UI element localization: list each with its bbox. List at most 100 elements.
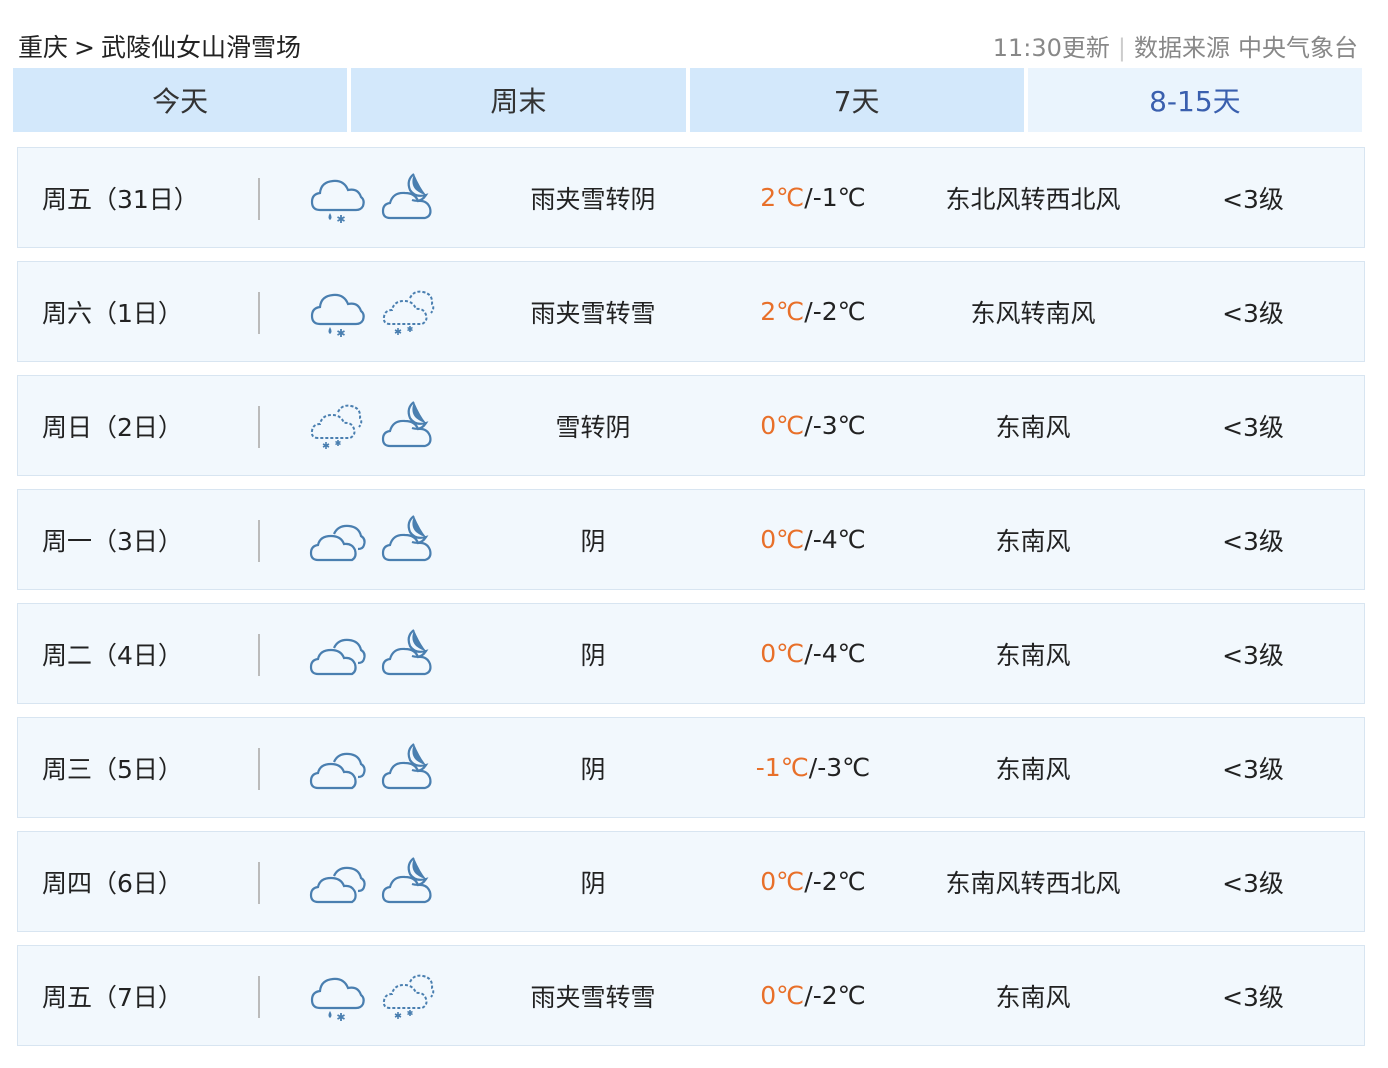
- forecast-row: 周一（3日） 阴 0℃/-4℃ 东南风 <3级: [17, 489, 1365, 590]
- day-label: 周六（1日）: [42, 298, 183, 328]
- wind-direction: 东南风: [995, 640, 1071, 670]
- wind-direction: 东风转南风: [970, 298, 1096, 328]
- row-divider: [258, 178, 260, 220]
- sleet-icon: [308, 968, 368, 1024]
- forecast-row: 周五（7日） 雨夹雪转雪 0℃/-2℃ 东南风 <3级: [17, 945, 1365, 1046]
- cloudy-night-icon: [380, 512, 440, 568]
- day-label: 周日（2日）: [42, 412, 183, 442]
- wind-direction: 东南风: [995, 754, 1071, 784]
- row-divider: [258, 406, 260, 448]
- sleet-icon: [308, 284, 368, 340]
- update-meta: 11:30更新 | 数据来源 中央气象台: [993, 28, 1358, 63]
- low-temp: /-4℃: [804, 639, 866, 668]
- forecast-row: 周五（31日） 雨夹雪转阴 2℃/-1℃ 东北风转西北风 <3级: [17, 147, 1365, 248]
- overcast-icon: [308, 512, 368, 568]
- tab-today[interactable]: 今天: [13, 68, 348, 132]
- weather-description: 雨夹雪转雪: [530, 298, 656, 328]
- row-divider: [258, 520, 260, 562]
- wind-direction: 东南风: [995, 982, 1071, 1012]
- update-time: 11:30更新: [992, 34, 1110, 62]
- cloudy-night-icon: [380, 854, 440, 910]
- forecast-row: 周六（1日） 雨夹雪转雪 2℃/-2℃ 东风转南风 <3级: [17, 261, 1365, 362]
- temperature: 2℃/-2℃: [708, 262, 918, 361]
- weather-description: 阴: [580, 868, 606, 898]
- snow-icon: [308, 398, 368, 454]
- row-divider: [258, 634, 260, 676]
- high-temp: 2℃: [760, 297, 805, 326]
- low-temp: /-2℃: [804, 297, 866, 326]
- wind-level: <3级: [1222, 868, 1284, 898]
- wind-level: <3级: [1222, 982, 1284, 1012]
- wind-direction: 东南风: [995, 526, 1071, 556]
- high-temp: 0℃: [760, 639, 805, 668]
- source-name: 中央气象台: [1238, 34, 1358, 62]
- row-divider: [258, 748, 260, 790]
- wind-direction: 东南风转西北风: [945, 868, 1121, 898]
- low-temp: /-1℃: [804, 183, 866, 212]
- tab-8-15-days[interactable]: 8-15天: [1027, 68, 1362, 132]
- forecast-row: 周日（2日） 雪转阴 0℃/-3℃ 东南风 <3级: [17, 375, 1365, 476]
- forecast-row: 周二（4日） 阴 0℃/-4℃ 东南风 <3级: [17, 603, 1365, 704]
- overcast-icon: [308, 626, 368, 682]
- cloudy-night-icon: [380, 398, 440, 454]
- high-temp: 0℃: [760, 981, 805, 1010]
- weather-description: 雨夹雪转阴: [530, 184, 656, 214]
- high-temp: 2℃: [760, 183, 805, 212]
- temperature: -1℃/-3℃: [708, 718, 918, 817]
- day-label: 周四（6日）: [42, 868, 183, 898]
- overcast-icon: [308, 854, 368, 910]
- breadcrumb-place: 武陵仙女山滑雪场: [100, 33, 301, 62]
- cloudy-night-icon: [380, 170, 440, 226]
- temperature: 0℃/-4℃: [708, 490, 918, 589]
- high-temp: 0℃: [760, 411, 805, 440]
- tab-weekend[interactable]: 周末: [351, 68, 686, 132]
- snow-icon: [380, 284, 440, 340]
- breadcrumb: 重庆 > 武陵仙女山滑雪场: [18, 28, 301, 64]
- day-label: 周一（3日）: [42, 526, 183, 556]
- weather-description: 阴: [580, 526, 606, 556]
- temperature: 0℃/-2℃: [708, 946, 918, 1045]
- high-temp: 0℃: [760, 525, 805, 554]
- wind-level: <3级: [1222, 640, 1284, 670]
- day-label: 周二（4日）: [42, 640, 183, 670]
- wind-level: <3级: [1222, 526, 1284, 556]
- weather-description: 阴: [580, 640, 606, 670]
- weather-description: 雪转阴: [555, 412, 631, 442]
- snow-icon: [380, 968, 440, 1024]
- high-temp: -1℃: [755, 753, 809, 782]
- wind-level: <3级: [1222, 184, 1284, 214]
- low-temp: /-3℃: [804, 411, 866, 440]
- wind-direction: 东南风: [995, 412, 1071, 442]
- meta-divider: |: [1117, 34, 1126, 62]
- row-divider: [258, 292, 260, 334]
- low-temp: /-2℃: [804, 867, 866, 896]
- tab-7-days[interactable]: 7天: [689, 68, 1024, 132]
- day-label: 周五（7日）: [42, 982, 183, 1012]
- cloudy-night-icon: [380, 626, 440, 682]
- forecast-list: 周五（31日） 雨夹雪转阴 2℃/-1℃ 东北风转西北风 <3级 周六（1日） …: [17, 147, 1365, 1059]
- temperature: 0℃/-2℃: [708, 832, 918, 931]
- wind-level: <3级: [1222, 298, 1284, 328]
- wind-level: <3级: [1222, 754, 1284, 784]
- forecast-row: 周三（5日） 阴 -1℃/-3℃ 东南风 <3级: [17, 717, 1365, 818]
- day-label: 周五（31日）: [42, 184, 199, 214]
- sleet-icon: [308, 170, 368, 226]
- page-header: 重庆 > 武陵仙女山滑雪场 11:30更新 | 数据来源 中央气象台: [18, 22, 1358, 64]
- low-temp: /-4℃: [804, 525, 866, 554]
- overcast-icon: [308, 740, 368, 796]
- weather-description: 雨夹雪转雪: [530, 982, 656, 1012]
- wind-level: <3级: [1222, 412, 1284, 442]
- weather-description: 阴: [580, 754, 606, 784]
- temperature: 2℃/-1℃: [708, 148, 918, 247]
- temperature: 0℃/-4℃: [708, 604, 918, 703]
- high-temp: 0℃: [760, 867, 805, 896]
- day-label: 周三（5日）: [42, 754, 183, 784]
- forecast-tabs: 今天 周末 7天 8-15天: [13, 68, 1362, 132]
- wind-direction: 东北风转西北风: [945, 184, 1121, 214]
- breadcrumb-separator: >: [74, 33, 95, 62]
- low-temp: /-3℃: [808, 753, 871, 782]
- row-divider: [258, 862, 260, 904]
- low-temp: /-2℃: [804, 981, 866, 1010]
- breadcrumb-city[interactable]: 重庆: [18, 33, 68, 62]
- source-label: 数据来源: [1134, 34, 1230, 62]
